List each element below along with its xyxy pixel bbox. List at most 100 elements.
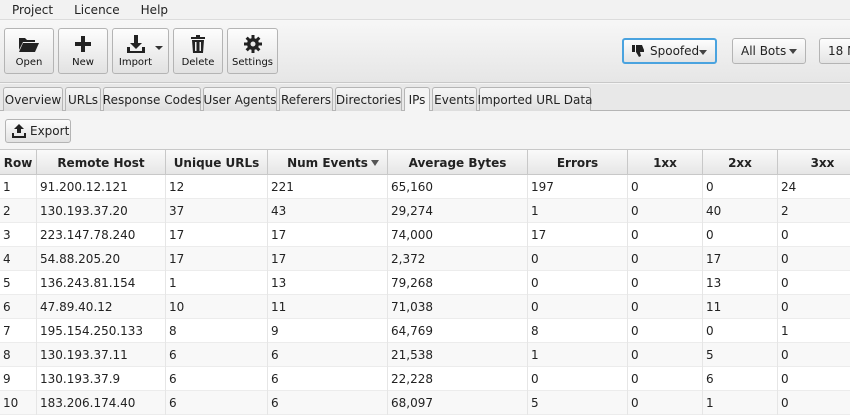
- table-cell: 17: [268, 247, 388, 271]
- table-cell: 10: [166, 295, 268, 319]
- table-cell: 6: [268, 391, 388, 415]
- table-row[interactable]: 1 91.200.12.121 12 221 65,160 197 0 0 24: [0, 175, 850, 199]
- table-cell: 1: [166, 271, 268, 295]
- table-cell: 130.193.37.11: [37, 343, 166, 367]
- table-cell: 0: [778, 223, 850, 247]
- table-cell: 8: [528, 319, 628, 343]
- table-row[interactable]: 2 130.193.37.20 37 43 29,274 1 0 40 2: [0, 199, 850, 223]
- table-cell: 0: [628, 223, 703, 247]
- table-cell: 0: [778, 367, 850, 391]
- plus-icon: [74, 31, 92, 57]
- table-cell: 17: [166, 247, 268, 271]
- table-row[interactable]: 6 47.89.40.12 10 11 71,038 0 0 11 0: [0, 295, 850, 319]
- open-button[interactable]: Open: [4, 28, 54, 74]
- table-cell: 54.88.205.20: [37, 247, 166, 271]
- tab-imported-url-data[interactable]: Imported URL Data: [478, 87, 592, 111]
- table-row[interactable]: 5 136.243.81.154 1 13 79,268 0 0 13 0: [0, 271, 850, 295]
- import-label: Import: [118, 57, 153, 68]
- column-header[interactable]: Remote Host: [37, 150, 166, 175]
- tab-referers[interactable]: Referers: [279, 87, 333, 111]
- table-cell: 0: [528, 295, 628, 319]
- date-range-select[interactable]: 18 M: [819, 38, 850, 64]
- table-cell: 71,038: [388, 295, 528, 319]
- table-cell: 91.200.12.121: [37, 175, 166, 199]
- new-label: New: [72, 57, 94, 68]
- table-cell: 40: [703, 199, 778, 223]
- menu-help[interactable]: Help: [129, 0, 177, 20]
- new-button[interactable]: New: [58, 28, 108, 74]
- export-button[interactable]: Export: [5, 119, 71, 143]
- table-cell: 0: [778, 247, 850, 271]
- table-cell: 1: [528, 343, 628, 367]
- settings-label: Settings: [231, 57, 273, 68]
- table-row[interactable]: 10 183.206.174.40 6 6 68,097 5 0 1 0: [0, 391, 850, 415]
- table-cell: 0: [703, 223, 778, 247]
- table-cell: 12: [166, 175, 268, 199]
- table-cell: 0: [628, 175, 703, 199]
- menu-licence[interactable]: Licence: [62, 0, 129, 20]
- table-cell: 0: [703, 175, 778, 199]
- table-cell: 8: [166, 319, 268, 343]
- table-cell: 195.154.250.133: [37, 319, 166, 343]
- column-header[interactable]: 3xx: [778, 150, 850, 175]
- table-cell: 1: [0, 175, 37, 199]
- table-cell: 22,228: [388, 367, 528, 391]
- delete-button[interactable]: Delete: [173, 28, 223, 74]
- tab-response-codes[interactable]: Response Codes: [103, 87, 201, 111]
- chevron-down-icon: [699, 50, 707, 55]
- date-range-label: 18 M: [828, 44, 850, 58]
- table-cell: 65,160: [388, 175, 528, 199]
- table-cell: 0: [703, 319, 778, 343]
- gear-icon: [243, 31, 262, 57]
- table-cell: 1: [703, 391, 778, 415]
- tab-user-agents[interactable]: User Agents: [203, 87, 277, 111]
- tab-ips[interactable]: IPs: [404, 87, 430, 112]
- table-cell: 68,097: [388, 391, 528, 415]
- thumbs-down-icon: [632, 45, 645, 57]
- table-cell: 0: [628, 391, 703, 415]
- table-row[interactable]: 7 195.154.250.133 8 9 64,769 8 0 0 1: [0, 319, 850, 343]
- table-cell: 9: [0, 367, 37, 391]
- table-cell: 8: [0, 343, 37, 367]
- menu-project[interactable]: Project: [0, 0, 62, 20]
- table-cell: 0: [778, 343, 850, 367]
- import-button[interactable]: Import: [112, 28, 169, 74]
- table-header: Row Remote Host Unique URLs Num Events Avera…: [0, 149, 850, 175]
- download-icon: [126, 31, 146, 57]
- column-header[interactable]: Num Events: [268, 150, 388, 175]
- table-cell: 64,769: [388, 319, 528, 343]
- chevron-down-icon[interactable]: [155, 46, 163, 50]
- table-cell: 47.89.40.12: [37, 295, 166, 319]
- table-cell: 17: [268, 223, 388, 247]
- chevron-down-icon: [789, 49, 797, 54]
- table-cell: 24: [778, 175, 850, 199]
- tab-events[interactable]: Events: [432, 87, 477, 111]
- tab-directories[interactable]: Directories: [335, 87, 402, 111]
- column-header[interactable]: 1xx: [628, 150, 703, 175]
- table-row[interactable]: 4 54.88.205.20 17 17 2,372 0 0 17 0: [0, 247, 850, 271]
- table-cell: 0: [778, 271, 850, 295]
- table-cell: 6: [268, 343, 388, 367]
- column-header[interactable]: Errors: [528, 150, 628, 175]
- column-header[interactable]: 2xx: [703, 150, 778, 175]
- spoofed-filter-select[interactable]: Spoofed: [622, 38, 717, 64]
- settings-button[interactable]: Settings: [227, 28, 278, 74]
- spoofed-filter-label: Spoofed: [650, 44, 700, 58]
- table-cell: 0: [628, 319, 703, 343]
- bots-filter-label: All Bots: [741, 44, 787, 58]
- table-row[interactable]: 8 130.193.37.11 6 6 21,538 1 0 5 0: [0, 343, 850, 367]
- menu-bar: Project Licence Help: [0, 0, 850, 20]
- bots-filter-select[interactable]: All Bots: [732, 38, 806, 64]
- column-header[interactable]: Unique URLs: [166, 150, 268, 175]
- table-cell: 0: [778, 391, 850, 415]
- table-row[interactable]: 3 223.147.78.240 17 17 74,000 17 0 0 0: [0, 223, 850, 247]
- table-cell: 9: [268, 319, 388, 343]
- table-cell: 223.147.78.240: [37, 223, 166, 247]
- column-header[interactable]: Average Bytes: [388, 150, 528, 175]
- tab-urls[interactable]: URLs: [65, 87, 101, 111]
- column-header[interactable]: Row: [0, 150, 37, 175]
- table-cell: 6: [703, 367, 778, 391]
- table-row[interactable]: 9 130.193.37.9 6 6 22,228 0 0 6 0: [0, 367, 850, 391]
- tab-overview[interactable]: Overview: [3, 87, 63, 111]
- table-cell: 5: [528, 391, 628, 415]
